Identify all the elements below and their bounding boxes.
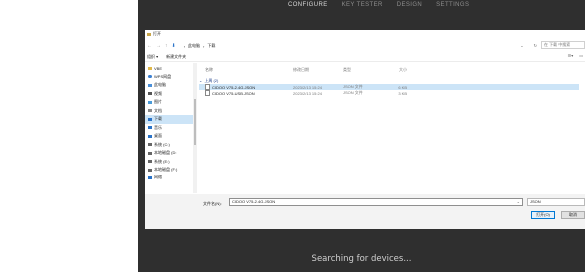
sidebar-item-label: 图片 <box>154 99 162 105</box>
sidebar-item-label: 系统 (E:) <box>154 158 170 164</box>
sidebar-item-pictures[interactable]: 图片 <box>145 98 195 107</box>
drive-icon <box>148 168 152 172</box>
folder-icon <box>148 66 152 70</box>
computer-icon <box>148 83 152 87</box>
breadcrumb-this-pc[interactable]: 此电脑 <box>188 43 200 49</box>
sidebar-item-label: 本地磁盘 (D: <box>154 150 177 156</box>
status-text: Searching for devices... <box>311 254 412 264</box>
sidebar-item-network[interactable]: 网络 <box>145 175 195 180</box>
sidebar-item-drive-f[interactable]: 本地磁盘 (F:) <box>145 166 195 175</box>
sidebar-item-drive-d[interactable]: 本地磁盘 (D: <box>145 149 195 158</box>
sidebar-item-videos[interactable]: 视频 <box>145 90 195 99</box>
dialog-footer: 文件名(N): CIDOO V75-2.4G.JSON ⌄ JSON 打开(O)… <box>145 194 585 229</box>
file-size: 6 KB <box>398 84 407 90</box>
sidebar-item-label: 本地磁盘 (F:) <box>154 167 178 173</box>
download-icon <box>148 117 152 121</box>
video-icon <box>148 92 152 96</box>
sidebar-item-music[interactable]: 音乐 <box>145 124 195 133</box>
filename-value: CIDOO V75-2.4G.JSON <box>232 199 276 204</box>
column-date[interactable]: 修改日期 <box>293 67 343 73</box>
view-options-icon[interactable]: ☰▾ <box>568 53 574 58</box>
column-type[interactable]: 类型 <box>343 67 377 73</box>
sidebar-item-documents[interactable]: 文档 <box>145 107 195 116</box>
chevron-down-icon[interactable]: ⌄ <box>520 43 523 48</box>
file-row[interactable]: CIDOO V75-USB.JSON 2023/2/13 15:24 JSON … <box>199 90 579 96</box>
nav-settings[interactable]: SETTINGS <box>436 2 469 8</box>
open-button[interactable]: 打开(O) <box>531 211 555 219</box>
back-arrow-icon[interactable]: ← <box>147 43 152 49</box>
dialog-title: 打开 <box>153 31 161 36</box>
download-icon: ⬇ <box>171 43 176 49</box>
document-icon <box>148 109 152 113</box>
up-arrow-icon[interactable]: ↑ <box>165 43 168 49</box>
music-icon <box>148 126 152 130</box>
sidebar-item-label: 系统 (C:) <box>154 141 170 147</box>
sidebar-scrollbar[interactable] <box>193 63 197 193</box>
group-header[interactable]: ⌄ 上周 (2) <box>199 77 579 84</box>
network-icon <box>148 175 152 179</box>
sidebar-item-vbe[interactable]: VBE <box>145 64 195 73</box>
sidebar-item-drive-e[interactable]: 系统 (E:) <box>145 158 195 167</box>
breadcrumb-downloads[interactable]: 下载 <box>207 43 215 49</box>
sidebar-item-label: VBE <box>154 65 163 71</box>
cloud-icon <box>148 75 152 79</box>
divider <box>145 61 585 62</box>
sidebar-item-this-pc[interactable]: 此电脑 <box>145 81 195 90</box>
new-folder-button[interactable]: 新建文件夹 <box>166 54 186 60</box>
search-input[interactable]: 在 下载 中搜索 <box>541 41 585 49</box>
nav-design[interactable]: DESIGN <box>397 2 422 8</box>
sidebar-item-drive-c[interactable]: 系统 (C:) <box>145 141 195 150</box>
column-headers: 名称 修改日期 类型 大小 <box>199 66 579 73</box>
picture-icon <box>148 100 152 104</box>
drive-icon <box>148 160 152 164</box>
breadcrumb[interactable]: › 此电脑 › 下载 <box>184 43 216 49</box>
file-name: CIDOO V75-2.4G.JSON <box>212 84 256 90</box>
sidebar-item-label: 音乐 <box>154 124 162 130</box>
chevron-down-icon: ⌄ <box>199 78 203 83</box>
file-date: 2023/2/13 15:24 <box>293 84 322 90</box>
folder-icon <box>147 32 151 36</box>
file-size: 3 KB <box>398 90 407 96</box>
filename-input[interactable]: CIDOO V75-2.4G.JSON ⌄ <box>229 198 523 206</box>
file-icon <box>205 90 210 96</box>
column-size[interactable]: 大小 <box>377 67 407 73</box>
filename-label: 文件名(N): <box>203 201 222 206</box>
column-name[interactable]: 名称 <box>199 67 293 73</box>
organize-button[interactable]: 组织 ▾ <box>147 54 158 60</box>
dialog-titlebar: 打开 <box>145 30 585 38</box>
chevron-down-icon[interactable]: ⌄ <box>517 199 520 205</box>
drive-icon <box>148 151 152 155</box>
file-name: CIDOO V75-USB.JSON <box>212 90 255 96</box>
open-file-dialog: 打开 ← → ↑ ⬇ › 此电脑 › 下载 ⌄ ↻ 在 下载 中搜索 组织 ▾ … <box>145 30 585 229</box>
file-date: 2023/2/13 15:24 <box>293 90 322 96</box>
file-type: JSON 文件 <box>343 90 363 95</box>
nav-key-tester[interactable]: KEY TESTER <box>342 2 383 8</box>
sidebar-item-label: WPS网盘 <box>154 73 172 79</box>
preview-pane-icon[interactable]: ▭ <box>579 53 583 58</box>
file-list: 名称 修改日期 类型 大小 ⌄ 上周 (2) CIDOO V75-2.4G.JS… <box>199 66 579 96</box>
sidebar-item-label: 此电脑 <box>154 82 166 88</box>
cancel-button[interactable]: 取消 <box>561 211 585 219</box>
filetype-select[interactable]: JSON <box>527 198 585 206</box>
group-label: 上周 (2) <box>204 77 219 83</box>
scrollbar-thumb[interactable] <box>194 99 196 145</box>
address-bar: ← → ↑ ⬇ › 此电脑 › 下载 ⌄ ↻ 在 下载 中搜索 <box>145 41 585 51</box>
sidebar-item-label: 网络 <box>154 174 162 180</box>
desktop-icon <box>148 134 152 138</box>
sidebar-item-label: 下载 <box>154 116 162 122</box>
sidebar-item-label: 桌面 <box>154 133 162 139</box>
sidebar-item-wps[interactable]: WPS网盘 <box>145 73 195 82</box>
forward-arrow-icon[interactable]: → <box>156 43 161 49</box>
nav-configure[interactable]: CONFIGURE <box>288 2 328 8</box>
sidebar: VBE WPS网盘 此电脑 视频 图片 文档 下载 音乐 桌面 系统 (C:) … <box>145 64 195 194</box>
drive-icon <box>148 143 152 147</box>
dialog-toolbar: 组织 ▾ 新建文件夹 ☰▾ ▭ <box>145 53 585 60</box>
sidebar-item-label: 视频 <box>154 90 162 96</box>
sidebar-item-desktop[interactable]: 桌面 <box>145 132 195 141</box>
sidebar-item-downloads[interactable]: 下载 <box>145 115 195 124</box>
top-nav: CONFIGURE KEY TESTER DESIGN SETTINGS <box>138 0 585 10</box>
refresh-icon[interactable]: ↻ <box>534 43 537 48</box>
sidebar-item-label: 文档 <box>154 107 162 113</box>
